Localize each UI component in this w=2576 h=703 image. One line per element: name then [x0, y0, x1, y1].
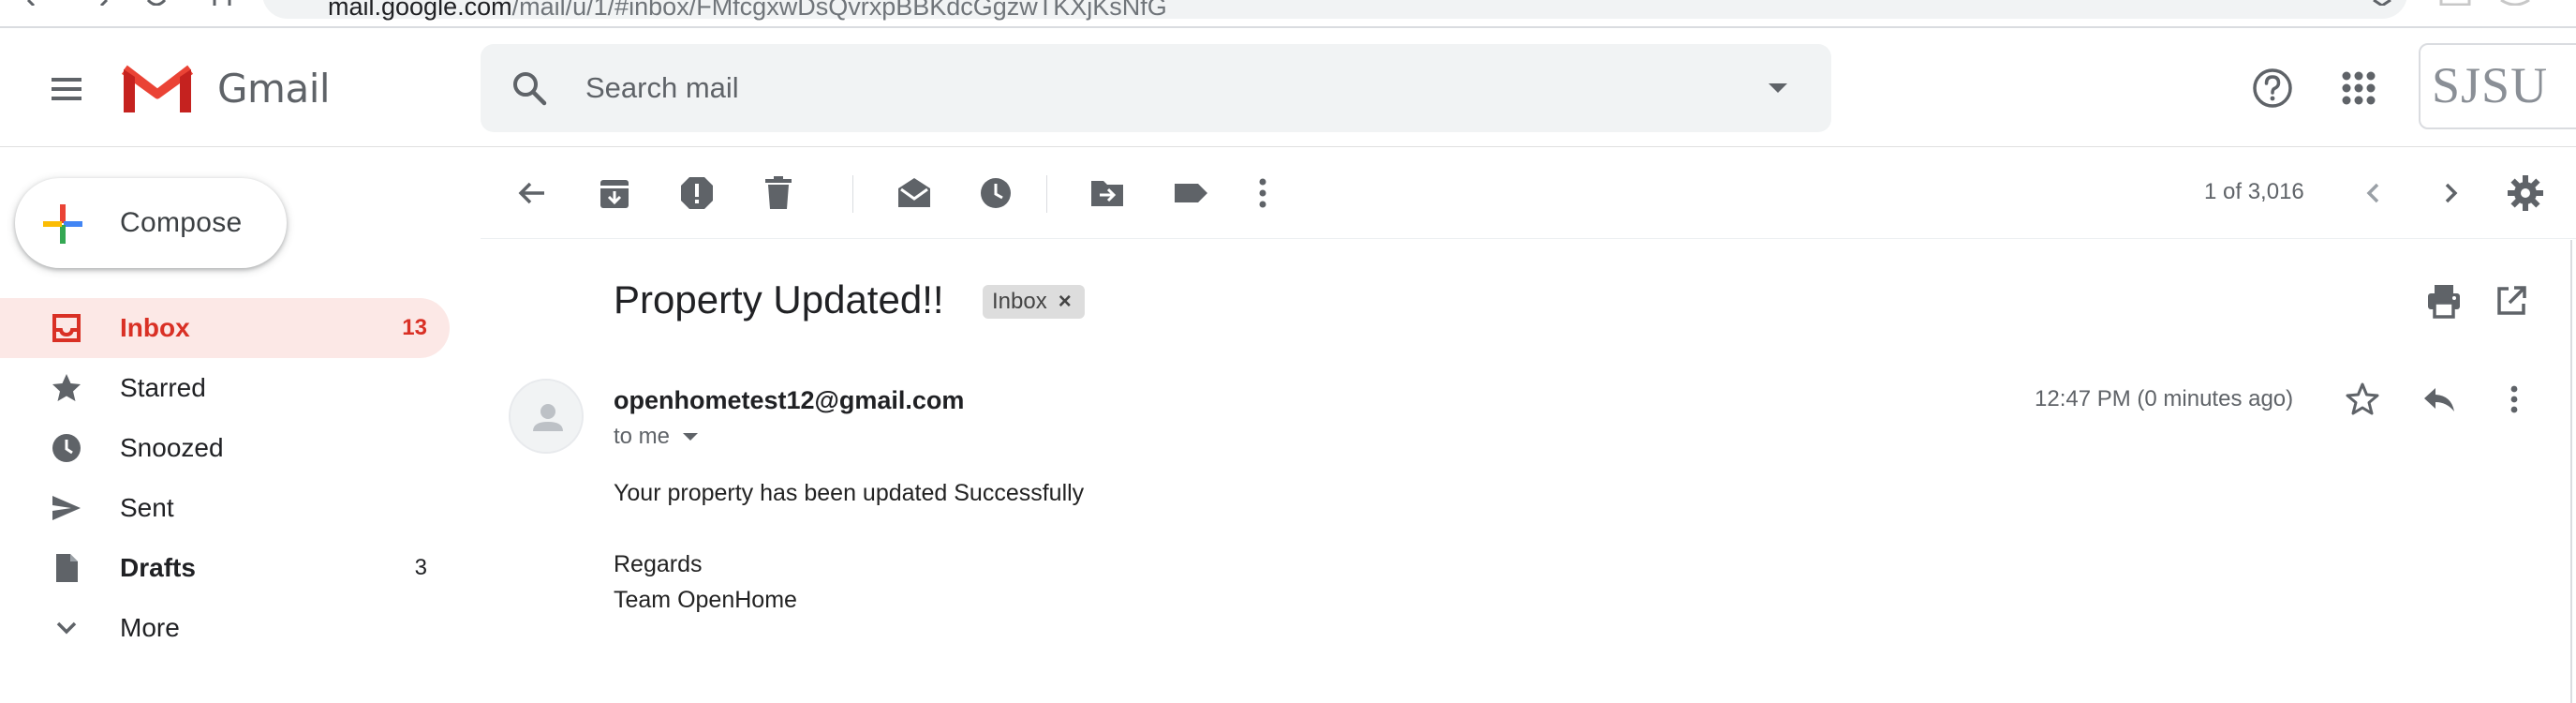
gmail-header: Gmail SJSU: [0, 28, 2576, 147]
extension-icon[interactable]: [2439, 0, 2471, 6]
newer-chevron-left-icon[interactable]: [2352, 172, 2395, 215]
sidebar-item-label: Inbox: [120, 313, 190, 342]
sidebar-item-label: More: [120, 613, 180, 642]
mark-unread-icon[interactable]: [893, 172, 936, 215]
remove-label-icon[interactable]: ×: [1059, 291, 1072, 313]
sender-avatar: [509, 379, 584, 454]
settings-gear-icon[interactable]: [2504, 172, 2547, 215]
forward-nav-icon[interactable]: [90, 0, 111, 6]
sidebar-item-snoozed[interactable]: Snoozed: [0, 418, 450, 478]
toolbar-divider: [852, 175, 853, 213]
url-path: /mail/u/1/#inbox/FMfcgxwDsQvrxpBBKdcGgzw…: [511, 0, 1167, 21]
recipient-text: to me: [614, 424, 671, 449]
message-subject: Property Updated!!: [614, 277, 944, 322]
sidebar-item-starred[interactable]: Starred: [0, 358, 450, 418]
open-in-new-window-icon[interactable]: [2494, 283, 2529, 319]
main-menu-icon[interactable]: [39, 62, 94, 116]
print-icon[interactable]: [2424, 281, 2464, 321]
browser-address-bar: mail.google.com/mail/u/1/#inbox/FMfcgxwD…: [0, 0, 2576, 28]
search-icon[interactable]: [511, 69, 548, 107]
message-toolbar: 1 of 3,016: [481, 147, 2576, 239]
sidebar-item-inbox[interactable]: Inbox 13: [0, 298, 450, 358]
body-line: [614, 511, 1084, 546]
more-options-icon[interactable]: [2495, 381, 2533, 418]
item-count: 3: [414, 555, 427, 580]
search-input[interactable]: [585, 63, 1710, 113]
compose-plus-icon: [43, 204, 82, 244]
star-icon: [52, 374, 81, 401]
search-bar[interactable]: [481, 44, 1831, 132]
sender-email[interactable]: openhometest12@gmail.com: [614, 386, 964, 415]
label-icon[interactable]: [1169, 172, 1212, 215]
sidebar-item-drafts[interactable]: Drafts 3: [0, 538, 450, 598]
reply-icon[interactable]: [2421, 381, 2458, 418]
scrollbar-track[interactable]: [2570, 240, 2572, 703]
gmail-logo-icon[interactable]: [122, 62, 193, 116]
delete-icon[interactable]: [757, 172, 800, 215]
label-chip-text: Inbox: [992, 289, 1047, 314]
account-logo-text: SJSU: [2432, 57, 2549, 113]
chevron-down-icon: [56, 621, 77, 635]
url-host: mail.google.com: [328, 0, 512, 21]
gmail-wordmark: Gmail: [217, 66, 331, 112]
profile-icon[interactable]: [2499, 0, 2531, 6]
snooze-icon[interactable]: [974, 172, 1017, 215]
google-apps-icon[interactable]: [2334, 64, 2383, 112]
caret-down-icon[interactable]: [681, 430, 700, 443]
bookmark-star-icon[interactable]: [2368, 0, 2396, 6]
pagination-count: 1 of 3,016: [2204, 179, 2304, 204]
unread-count: 13: [402, 315, 427, 340]
default-avatar-icon: [533, 404, 563, 431]
body-line: Regards: [614, 551, 703, 577]
more-actions-icon[interactable]: [1241, 172, 1284, 215]
sidebar-nav: Inbox 13 Starred Snoozed Sent Drafts 3 M…: [0, 298, 450, 658]
home-icon[interactable]: [212, 0, 232, 6]
sidebar-item-label: Drafts: [120, 553, 196, 582]
inbox-label-chip[interactable]: Inbox ×: [983, 285, 1085, 319]
reload-icon[interactable]: [146, 0, 167, 6]
compose-label: Compose: [120, 207, 243, 238]
toolbar-divider: [1046, 175, 1047, 213]
message-body: Your property has been updated Successfu…: [614, 475, 1084, 618]
move-to-icon[interactable]: [1086, 172, 1129, 215]
older-chevron-right-icon[interactable]: [2429, 172, 2472, 215]
report-spam-icon[interactable]: [675, 172, 718, 215]
sidebar-item-label: Sent: [120, 493, 174, 522]
message-timestamp: 12:47 PM (0 minutes ago): [2035, 386, 2294, 411]
search-options-dropdown-icon[interactable]: [1762, 75, 1794, 101]
body-line: Team OpenHome: [614, 587, 797, 613]
star-message-icon[interactable]: [2344, 381, 2381, 418]
inbox-icon: [52, 314, 81, 342]
archive-icon[interactable]: [593, 172, 636, 215]
clock-icon: [52, 434, 81, 462]
help-icon[interactable]: [2248, 64, 2297, 112]
recipient-details-toggle[interactable]: to me: [614, 424, 700, 450]
send-icon: [52, 496, 81, 520]
account-switcher[interactable]: SJSU: [2419, 43, 2576, 129]
body-line: Your property has been updated Successfu…: [614, 480, 1085, 506]
compose-button[interactable]: Compose: [15, 178, 287, 268]
sidebar-item-label: Starred: [120, 373, 206, 402]
back-to-inbox-icon[interactable]: [511, 172, 554, 215]
sidebar-item-more[interactable]: More: [0, 598, 450, 658]
sidebar-item-sent[interactable]: Sent: [0, 478, 450, 538]
url-field[interactable]: mail.google.com/mail/u/1/#inbox/FMfcgxwD…: [262, 0, 2407, 21]
back-nav-icon[interactable]: [24, 0, 45, 6]
sidebar-item-label: Snoozed: [120, 433, 224, 462]
draft-icon: [56, 554, 78, 582]
